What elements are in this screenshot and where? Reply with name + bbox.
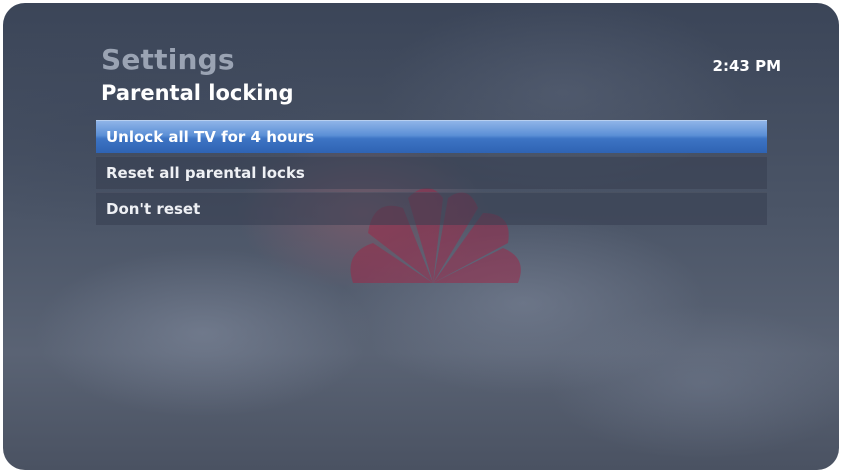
menu-item-reset-parental-locks[interactable]: Reset all parental locks	[96, 156, 767, 189]
options-menu: Unlock all TV for 4 hours Reset all pare…	[96, 120, 767, 228]
page-subtitle: Parental locking	[101, 81, 294, 105]
page-title: Settings	[101, 43, 235, 76]
tv-screen: Settings Parental locking 2:43 PM Unlock…	[3, 3, 839, 470]
clock-time: 2:43 PM	[712, 57, 781, 75]
menu-item-unlock-4-hours[interactable]: Unlock all TV for 4 hours	[96, 120, 767, 153]
menu-item-dont-reset[interactable]: Don't reset	[96, 192, 767, 225]
